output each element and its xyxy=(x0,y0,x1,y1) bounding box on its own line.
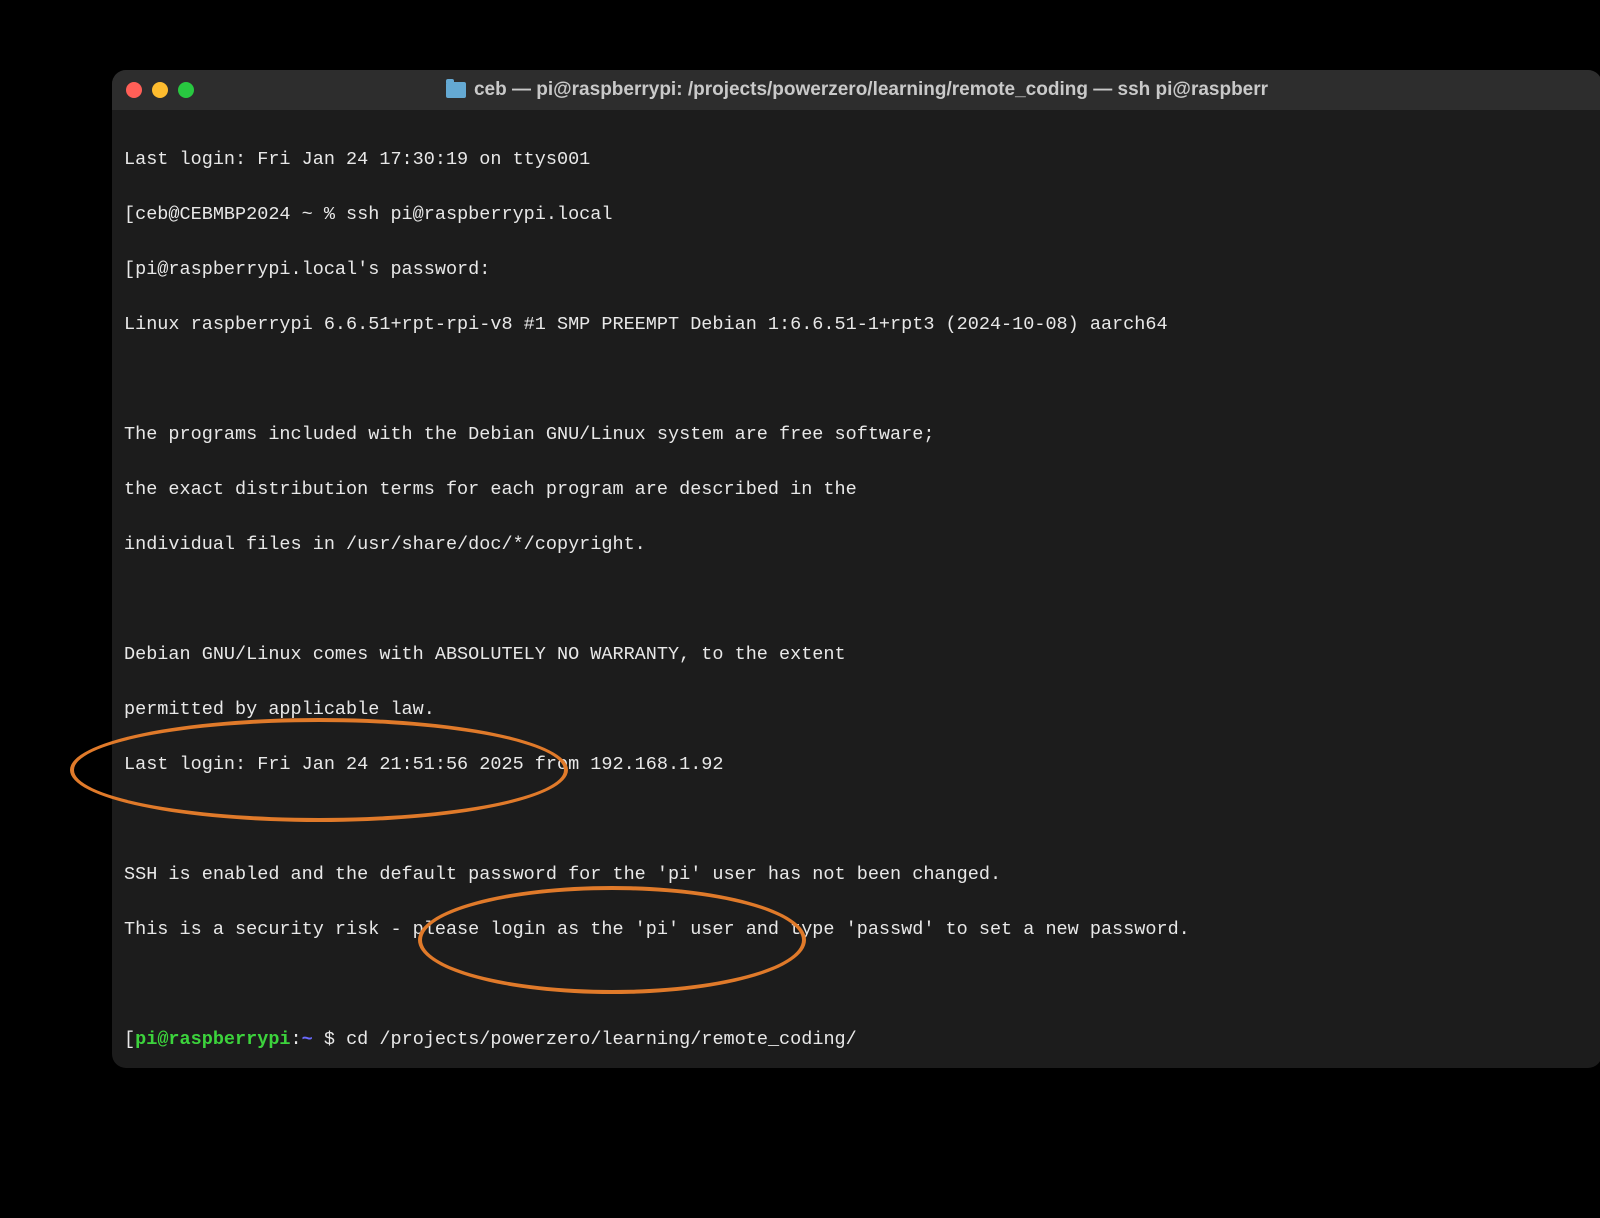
prompt-cd: [pi@raspberrypi:~ $ cd /projects/powerze… xyxy=(124,1026,1590,1054)
blank xyxy=(124,366,1590,394)
cmd-cd: cd /projects/powerzero/learning/remote_c… xyxy=(346,1029,857,1050)
motd-line-5: permitted by applicable law. xyxy=(124,696,1590,724)
motd-line-4: Debian GNU/Linux comes with ABSOLUTELY N… xyxy=(124,641,1590,669)
password-prompt: [pi@raspberrypi.local's password: xyxy=(124,256,1590,284)
folder-icon xyxy=(446,82,466,98)
prompt-bracket: [ xyxy=(124,1029,135,1050)
prompt-userhost: pi@raspberrypi xyxy=(135,1029,290,1050)
screenshot-stage: ceb — pi@raspberrypi: /projects/powerzer… xyxy=(0,0,1600,1218)
zoom-icon[interactable] xyxy=(178,82,194,98)
uname-line: Linux raspberrypi 6.6.51+rpt-rpi-v8 #1 S… xyxy=(124,311,1590,339)
blank xyxy=(124,971,1590,999)
close-icon[interactable] xyxy=(126,82,142,98)
window-title-text: ceb — pi@raspberrypi: /projects/powerzer… xyxy=(474,79,1268,101)
minimize-icon[interactable] xyxy=(152,82,168,98)
prompt-path: ~ xyxy=(302,1029,313,1050)
window-title: ceb — pi@raspberrypi: /projects/powerzer… xyxy=(112,79,1600,101)
prompt-colon: : xyxy=(291,1029,302,1050)
last-login-remote: Last login: Fri Jan 24 21:51:56 2025 fro… xyxy=(124,751,1590,779)
motd-line-2: the exact distribution terms for each pr… xyxy=(124,476,1590,504)
terminal-window: ceb — pi@raspberrypi: /projects/powerzer… xyxy=(112,70,1600,1068)
local-prompt: [ceb@CEBMBP2024 ~ % xyxy=(124,204,346,225)
window-titlebar[interactable]: ceb — pi@raspberrypi: /projects/powerzer… xyxy=(112,70,1600,110)
motd-line-1: The programs included with the Debian GN… xyxy=(124,421,1590,449)
blank xyxy=(124,586,1590,614)
terminal-content[interactable]: Last login: Fri Jan 24 17:30:19 on ttys0… xyxy=(112,110,1600,1068)
ssh-warning-1: SSH is enabled and the default password … xyxy=(124,861,1590,889)
motd-line-3: individual files in /usr/share/doc/*/cop… xyxy=(124,531,1590,559)
ssh-warning-2: This is a security risk - please login a… xyxy=(124,916,1590,944)
ssh-command: ssh pi@raspberrypi.local xyxy=(346,204,612,225)
last-login-local: Last login: Fri Jan 24 17:30:19 on ttys0… xyxy=(124,146,1590,174)
ssh-command-line: [ceb@CEBMBP2024 ~ % ssh pi@raspberrypi.l… xyxy=(124,201,1590,229)
prompt-dollar: $ xyxy=(313,1029,346,1050)
traffic-lights xyxy=(126,82,194,98)
blank xyxy=(124,806,1590,834)
